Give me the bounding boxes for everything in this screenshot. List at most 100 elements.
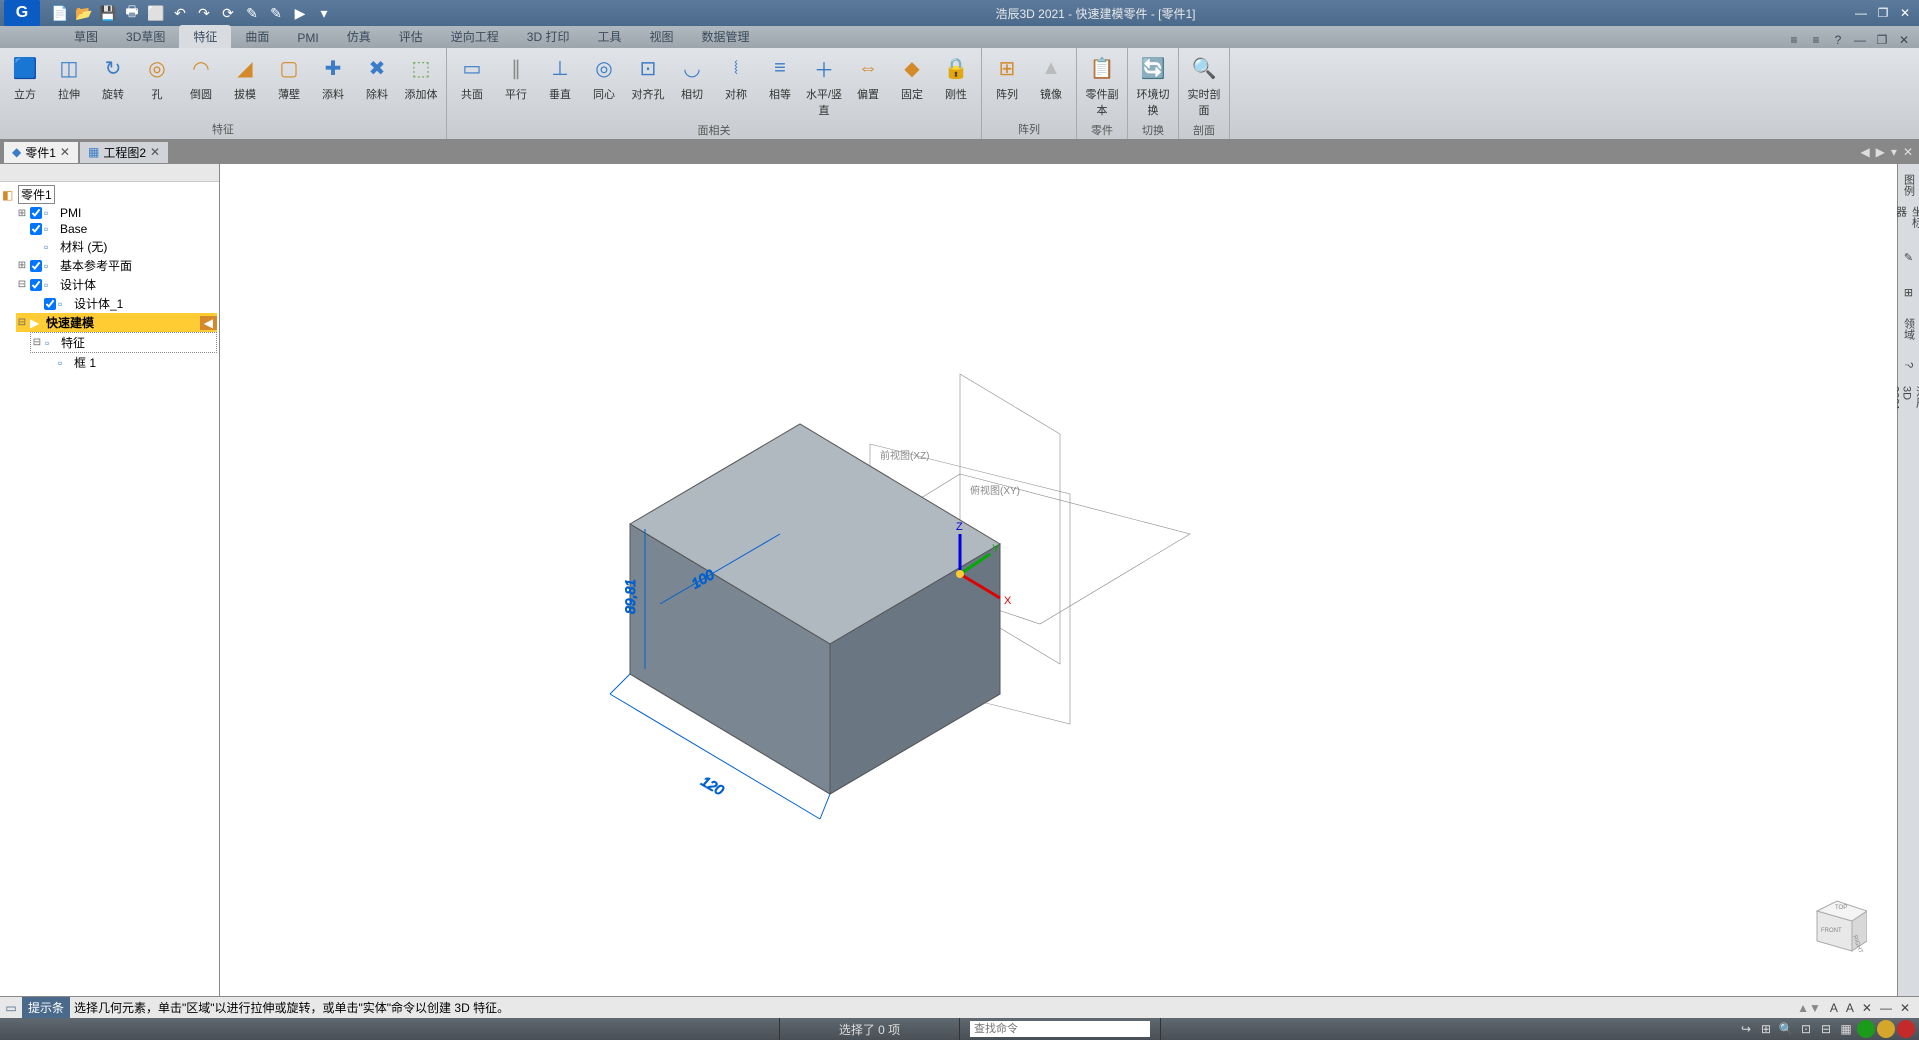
tree-node-1[interactable]: ▫Base	[16, 221, 217, 237]
ribbon-btn-平行[interactable]: ∥平行	[495, 52, 537, 120]
qat-new-icon[interactable]: 📄	[50, 3, 70, 23]
ribbon-btn-镜像[interactable]: ▲镜像	[1030, 52, 1072, 119]
tree-checkbox[interactable]	[30, 223, 42, 235]
ribbon-btn-同心[interactable]: ◎同心	[583, 52, 625, 120]
ribbon-btn-垂直[interactable]: ⊥垂直	[539, 52, 581, 120]
mdi-min-icon[interactable]: —	[1851, 32, 1869, 48]
command-search-input[interactable]	[970, 1021, 1150, 1037]
sidetool-edit-icon[interactable]: ✎	[1900, 242, 1918, 272]
ribbon-btn-旋转[interactable]: ↻旋转	[92, 52, 134, 119]
tree-node-4[interactable]: ⊟▫设计体	[16, 275, 217, 294]
ribbon-btn-添加体[interactable]: ⬚添加体	[400, 52, 442, 119]
ribbon-btn-薄壁[interactable]: ▢薄壁	[268, 52, 310, 119]
tab-3dsketch[interactable]: 3D草图	[112, 25, 179, 48]
ribbon-btn-相等[interactable]: ≡相等	[759, 52, 801, 120]
prompt-a-icon[interactable]: A	[1827, 1001, 1841, 1015]
qat-save-icon[interactable]: 💾	[98, 3, 118, 23]
qat-undo-icon[interactable]: ↶	[170, 3, 190, 23]
status-ball-yellow[interactable]	[1877, 1020, 1895, 1038]
tree-expander-icon[interactable]: ⊟	[31, 337, 43, 348]
prompt-scroll-icon[interactable]: ▲▼	[1791, 1001, 1827, 1015]
ribbon-btn-共面[interactable]: ▭共面	[451, 52, 493, 120]
ribbon-btn-拔模[interactable]: ◢拔模	[224, 52, 266, 119]
tree-node-0[interactable]: ⊞▫PMI	[16, 205, 217, 221]
status-icon-3[interactable]: ⊡	[1797, 1020, 1815, 1038]
ribbon-btn-零件副本[interactable]: 📋零件副本	[1081, 52, 1123, 120]
ribbon-btn-对称[interactable]: ⧙对称	[715, 52, 757, 120]
ribbon-btn-实时剖面[interactable]: 🔍实时剖面	[1183, 52, 1225, 120]
ribbon-opt1-icon[interactable]: ≡	[1785, 32, 1803, 48]
help-icon[interactable]: ?	[1829, 32, 1847, 48]
mdi-max-icon[interactable]: ❐	[1873, 32, 1891, 48]
sidetool-legend[interactable]: 图例	[1900, 170, 1918, 200]
tree-node-8[interactable]: ▫框 1	[44, 353, 217, 372]
tree-node-7[interactable]: ⊟▫特征	[30, 332, 217, 353]
ribbon-btn-对齐孔[interactable]: ⊡对齐孔	[627, 52, 669, 120]
sidetool-grid-icon[interactable]: ⊞	[1900, 278, 1918, 308]
doctab-part1[interactable]: ◆ 零件1 ✕	[4, 142, 78, 163]
ribbon-btn-阵列[interactable]: ⊞阵列	[986, 52, 1028, 119]
tab-3dprint[interactable]: 3D 打印	[513, 25, 584, 48]
ribbon-btn-刚性[interactable]: 🔒刚性	[935, 52, 977, 120]
mdi-close-icon[interactable]: ✕	[1895, 32, 1913, 48]
status-icon-1[interactable]: ⊞	[1757, 1020, 1775, 1038]
ribbon-btn-倒圆[interactable]: ◠倒圆	[180, 52, 222, 119]
minimize-button[interactable]: —	[1851, 4, 1871, 22]
ribbon-btn-除料[interactable]: ✖除料	[356, 52, 398, 119]
status-icon-4[interactable]: ⊟	[1817, 1020, 1835, 1038]
tree-checkbox[interactable]	[30, 260, 42, 272]
tree-node-2[interactable]: ▫材料 (无)	[30, 237, 217, 256]
doctab-close-icon[interactable]: ✕	[60, 145, 70, 159]
tree-checkbox[interactable]	[30, 279, 42, 291]
qat-window-icon[interactable]: ⬜	[146, 3, 166, 23]
qat-sketch1-icon[interactable]: ✎	[242, 3, 262, 23]
status-icon-0[interactable]: ↪	[1737, 1020, 1755, 1038]
tab-surface[interactable]: 曲面	[231, 25, 283, 48]
tab-evaluate[interactable]: 评估	[385, 25, 437, 48]
prompt-a2-icon[interactable]: A	[1843, 1001, 1857, 1015]
qat-select-icon[interactable]: ▶	[290, 3, 310, 23]
doctab-close-icon[interactable]: ✕	[150, 145, 160, 159]
doctab-prev-icon[interactable]: ◀	[1858, 145, 1871, 159]
doctab-next-icon[interactable]: ▶	[1874, 145, 1887, 159]
doctab-list-icon[interactable]: ▾	[1889, 145, 1899, 159]
ribbon-opt2-icon[interactable]: ≡	[1807, 32, 1825, 48]
qat-refresh-icon[interactable]: ⟳	[218, 3, 238, 23]
qat-open-icon[interactable]: 📂	[74, 3, 94, 23]
tree-expander-icon[interactable]: ⊟	[16, 279, 28, 290]
tab-sketch[interactable]: 草图	[60, 25, 112, 48]
3d-viewport[interactable]: 前视图(XZ) 俯视图(XY) 右视图(YZ) 120 100	[220, 164, 1897, 996]
prompt-x-icon[interactable]: ✕	[1859, 1001, 1875, 1015]
sidetool-domain[interactable]: 领域	[1900, 314, 1918, 344]
qat-print-icon[interactable]: 🖶	[122, 3, 142, 23]
tree-root[interactable]: ◧ 零件1	[2, 184, 217, 205]
ribbon-btn-拉伸[interactable]: ◫拉伸	[48, 52, 90, 119]
maximize-button[interactable]: ❐	[1873, 4, 1893, 22]
tree-node-6[interactable]: ⊟▶快速建模◀	[16, 313, 217, 332]
ribbon-btn-偏置[interactable]: ⇔偏置	[847, 52, 889, 120]
ribbon-btn-相切[interactable]: ◡相切	[671, 52, 713, 120]
ribbon-btn-立方[interactable]: 🟦立方	[4, 52, 46, 119]
tab-view[interactable]: 视图	[635, 25, 687, 48]
status-icon-5[interactable]: ▦	[1837, 1020, 1855, 1038]
tree-node-5[interactable]: ▫设计体_1	[30, 294, 217, 313]
status-icon-2[interactable]: 🔍	[1777, 1020, 1795, 1038]
app-logo[interactable]: G	[4, 0, 40, 26]
tree-expander-icon[interactable]: ⊟	[16, 317, 28, 328]
tab-pmi[interactable]: PMI	[283, 28, 332, 48]
qat-more-icon[interactable]: ▾	[314, 3, 334, 23]
status-ball-green[interactable]	[1857, 1020, 1875, 1038]
close-button[interactable]: ✕	[1895, 4, 1915, 22]
ribbon-btn-固定[interactable]: ◆固定	[891, 52, 933, 120]
tree-expander-icon[interactable]: ⊞	[16, 208, 28, 219]
ribbon-btn-添料[interactable]: ✚添料	[312, 52, 354, 119]
tree-node-3[interactable]: ⊞▫基本参考平面	[16, 256, 217, 275]
tab-data[interactable]: 数据管理	[688, 25, 764, 48]
prompt-min-icon[interactable]: —	[1877, 1001, 1895, 1015]
prompt-close-icon[interactable]: ✕	[1897, 1001, 1913, 1015]
tab-simulation[interactable]: 仿真	[333, 25, 385, 48]
tree-expander-icon[interactable]: ⊞	[16, 260, 28, 271]
doctab-close-all-icon[interactable]: ✕	[1901, 145, 1915, 159]
tab-tools[interactable]: 工具	[583, 25, 635, 48]
tab-feature[interactable]: 特征	[179, 25, 231, 48]
